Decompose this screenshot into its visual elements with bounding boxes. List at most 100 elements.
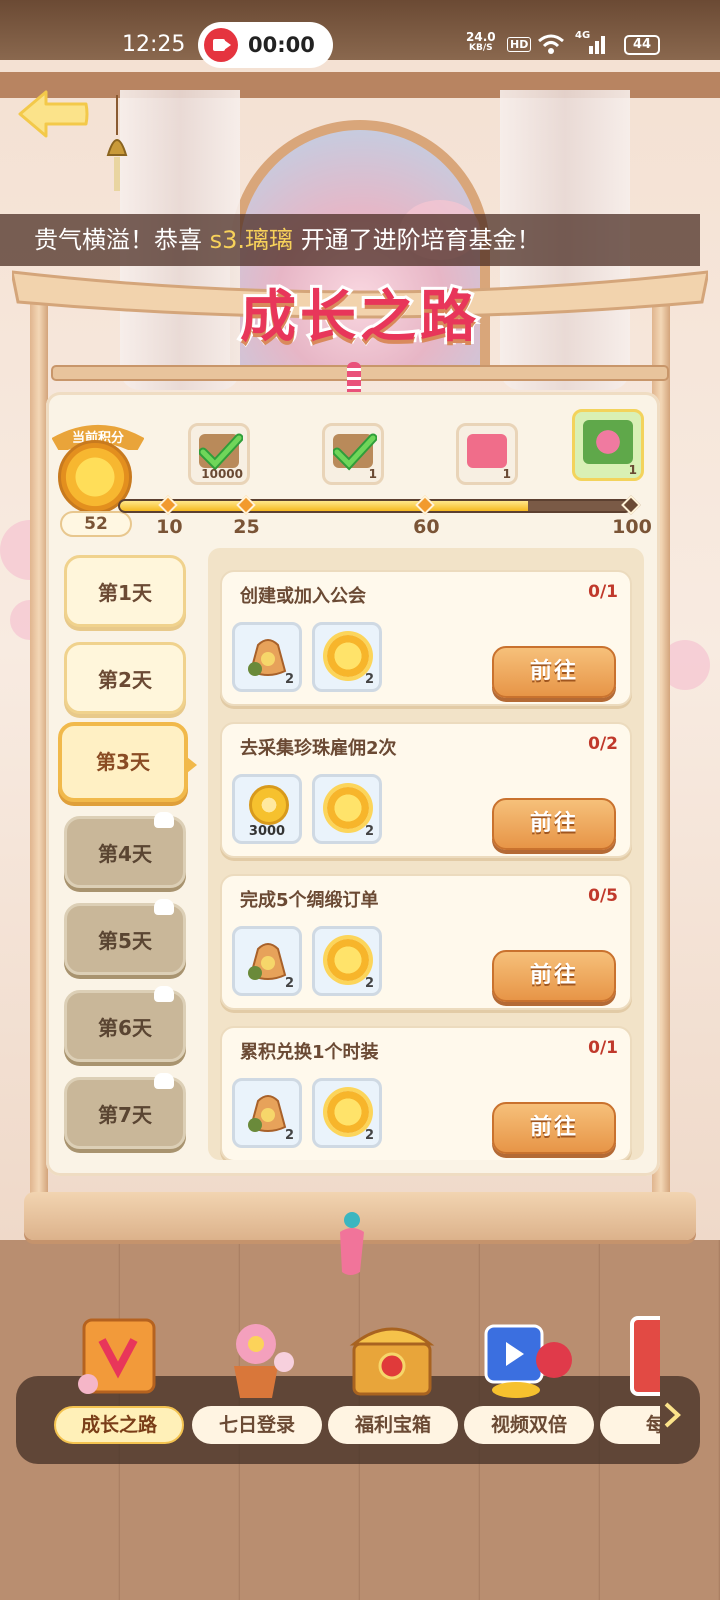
nav-label: 每日 (600, 1406, 660, 1444)
status-bar: 12:25 00:00 24.0 KB/S HD 4G 44 (0, 0, 720, 92)
announcement-prefix: 贵气横溢！恭喜 (34, 226, 202, 254)
reward-slot[interactable]: 2 (312, 774, 382, 844)
milestone-value: 60 (413, 516, 440, 538)
day-tab-1[interactable]: 第1天 (64, 555, 186, 627)
day-tab-2[interactable]: 第2天 (64, 642, 186, 714)
task-progress: 0/1 (588, 1038, 618, 1058)
reward-quantity: 1 (628, 463, 637, 477)
task-card: 累积兑换1个时装 0/1 2 2 前往 (220, 1026, 632, 1160)
task-progress: 0/2 (588, 734, 618, 754)
reward-quantity: 2 (284, 672, 294, 687)
task-title: 去采集珍珠雇佣2次 (240, 738, 397, 759)
announcement-suffix: 开通了进阶培育基金！ (300, 226, 541, 254)
network-speed-unit: KB/S (469, 43, 493, 53)
check-icon (199, 433, 243, 471)
wifi-icon (538, 34, 564, 54)
milestone-reward[interactable]: 10000 (188, 423, 250, 485)
wind-chime-icon (106, 95, 128, 191)
task-title: 创建或加入公会 (240, 586, 366, 607)
page-title: 成长之路 (237, 282, 480, 353)
network-type: 4G (575, 30, 591, 41)
nav-label: 成长之路 (54, 1406, 184, 1444)
tassel-icon (340, 1212, 364, 1275)
status-time: 12:25 (122, 32, 186, 57)
screen-record-pill[interactable]: 00:00 (198, 22, 333, 68)
sign-in-icon (630, 1316, 660, 1396)
check-icon (333, 433, 377, 471)
task-card: 创建或加入公会 0/1 2 2 前往 (220, 570, 632, 706)
nav-item-4[interactable]: 视频双倍 (464, 1310, 594, 1450)
sun-icon (327, 939, 369, 981)
milestone-reward[interactable]: 1 (322, 423, 384, 485)
announcement-player-name: s3.璃璃 (209, 226, 294, 254)
milestone-reward[interactable]: 1 (572, 409, 644, 481)
day-tab-3[interactable]: 第3天 (58, 722, 188, 802)
lock-icon (154, 899, 174, 915)
task-progress: 0/5 (588, 886, 618, 906)
nav-label: 七日登录 (192, 1406, 322, 1444)
reward-quantity: 2 (284, 976, 294, 991)
nav-item-2[interactable]: 七日登录 (192, 1310, 322, 1450)
growth-banner-icon (78, 1318, 156, 1394)
sun-icon (327, 635, 369, 677)
flower-pot-icon (583, 420, 633, 464)
current-score: 52 (60, 511, 132, 537)
active-tab-pointer (187, 757, 197, 773)
go-button[interactable]: 前往 (492, 950, 616, 1002)
nav-item-5[interactable]: 每日 (600, 1310, 660, 1450)
reward-slot[interactable]: 2 (312, 622, 382, 692)
score-progress-bar (118, 499, 632, 513)
sun-icon (327, 787, 369, 829)
lock-icon (154, 986, 174, 1002)
task-title: 完成5个绸缎订单 (240, 890, 379, 911)
reward-quantity: 2 (364, 824, 374, 839)
go-button[interactable]: 前往 (492, 798, 616, 850)
nav-label: 视频双倍 (464, 1406, 594, 1444)
sun-icon (327, 1091, 369, 1133)
record-time: 00:00 (248, 33, 315, 57)
reward-quantity: 2 (284, 1128, 294, 1143)
task-card: 去采集珍珠雇佣2次 0/2 3000 2 前往 (220, 722, 632, 858)
reward-slot[interactable]: 2 (232, 1078, 302, 1148)
task-progress: 0/1 (588, 582, 618, 602)
coin-icon (249, 785, 289, 825)
network-speed-value: 24.0 (466, 30, 496, 44)
task-card: 完成5个绸缎订单 0/5 2 2 前往 (220, 874, 632, 1010)
reward-slot[interactable]: 2 (232, 926, 302, 996)
milestone-value: 10 (156, 516, 183, 538)
announcement-banner: 贵气横溢！恭喜 s3.璃璃 开通了进阶培育基金！ (0, 214, 700, 266)
network-speed: 24.0 KB/S (466, 30, 496, 54)
milestone-value: 100 (612, 516, 652, 538)
signal-icon: 4G (575, 30, 611, 56)
reward-quantity: 3000 (248, 824, 286, 839)
reward-slot[interactable]: 2 (312, 1078, 382, 1148)
task-list[interactable]: 创建或加入公会 0/1 2 2 前往 去采集珍珠雇佣2次 0/2 3000 2 前往 完成5个绸缎订… (208, 548, 644, 1160)
reward-quantity: 1 (368, 467, 377, 481)
nav-item-3[interactable]: 福利宝箱 (328, 1310, 458, 1450)
milestone-reward[interactable]: 1 (456, 423, 518, 485)
hd-badge: HD (507, 37, 532, 52)
reward-quantity: 1 (502, 467, 511, 481)
reward-quantity: 10000 (201, 467, 243, 481)
go-button[interactable]: 前往 (492, 646, 616, 698)
battery-indicator: 44 (624, 35, 660, 55)
reward-quantity: 2 (364, 976, 374, 991)
record-icon (204, 28, 238, 62)
treasure-chest-icon (349, 1327, 435, 1396)
reward-slot[interactable]: 2 (312, 926, 382, 996)
back-arrow-icon[interactable] (16, 88, 90, 140)
flower-pot-icon (234, 1324, 294, 1398)
chevron-right-icon[interactable] (662, 1400, 682, 1430)
reward-slot[interactable]: 2 (232, 622, 302, 692)
reward-quantity: 2 (364, 672, 374, 687)
milestone-value: 25 (233, 516, 260, 538)
red-envelope-icon (467, 434, 507, 468)
reward-slot[interactable]: 3000 (232, 774, 302, 844)
nav-label: 福利宝箱 (328, 1406, 458, 1444)
video-coins-icon (484, 1324, 572, 1398)
go-button[interactable]: 前往 (492, 1102, 616, 1154)
nav-item-1[interactable]: 成长之路 (54, 1310, 184, 1450)
task-title: 累积兑换1个时装 (240, 1042, 379, 1063)
lock-icon (154, 1073, 174, 1089)
reward-quantity: 2 (364, 1128, 374, 1143)
